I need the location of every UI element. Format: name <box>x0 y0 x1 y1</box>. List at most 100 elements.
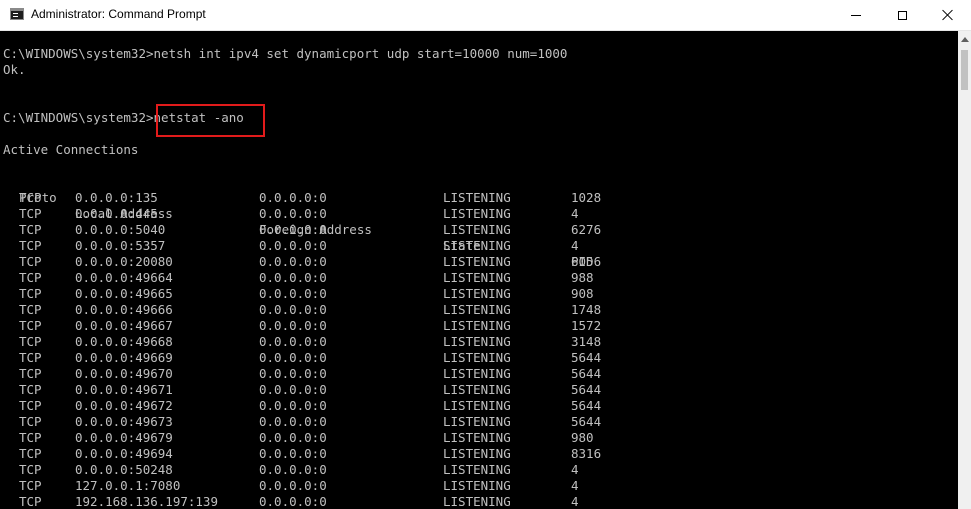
state-cell: LISTENING <box>443 206 511 221</box>
state-cell: LISTENING <box>443 446 511 461</box>
local-address-cell: 0.0.0.0:49669 <box>75 350 173 365</box>
state-cell: LISTENING <box>443 494 511 509</box>
table-row: TCP 0.0.0.0:49668 0.0.0.0:0 LISTENING 3148 <box>0 334 958 350</box>
pid-cell: 908 <box>571 286 594 301</box>
local-address-cell: 0.0.0.0:5040 <box>75 222 166 237</box>
proto-cell: TCP <box>19 398 42 413</box>
proto-cell: TCP <box>19 446 42 461</box>
pid-cell: 6276 <box>571 222 602 237</box>
table-row: TCP 0.0.0.0:5357 0.0.0.0:0 LISTENING 4 <box>0 238 958 254</box>
minimize-icon <box>851 14 861 16</box>
proto-cell: TCP <box>19 318 42 333</box>
foreign-address-cell: 0.0.0.0:0 <box>259 238 327 253</box>
state-cell: LISTENING <box>443 350 511 365</box>
local-address-cell: 0.0.0.0:49664 <box>75 270 173 285</box>
maximize-icon <box>897 10 907 20</box>
state-cell: LISTENING <box>443 398 511 413</box>
state-cell: LISTENING <box>443 430 511 445</box>
foreign-address-cell: 0.0.0.0:0 <box>259 190 327 205</box>
foreign-address-cell: 0.0.0.0:0 <box>259 494 327 509</box>
foreign-address-cell: 0.0.0.0:0 <box>259 334 327 349</box>
command-highlight-box <box>156 104 265 137</box>
pid-cell: 1748 <box>571 302 602 317</box>
scroll-thumb[interactable] <box>961 50 968 90</box>
scroll-up-button[interactable] <box>958 31 971 48</box>
prompt-text: C:\WINDOWS\system32> <box>3 110 154 125</box>
window-title: Administrator: Command Prompt <box>31 7 206 21</box>
proto-cell: TCP <box>19 478 42 493</box>
vertical-scrollbar[interactable] <box>958 31 971 509</box>
local-address-cell: 192.168.136.197:139 <box>75 494 218 509</box>
proto-cell: TCP <box>19 350 42 365</box>
foreign-address-cell: 0.0.0.0:0 <box>259 414 327 429</box>
maximize-button[interactable] <box>879 0 925 30</box>
command-line-netsh: C:\WINDOWS\system32>netsh int ipv4 set d… <box>3 46 568 61</box>
foreign-address-cell: 0.0.0.0:0 <box>259 478 327 493</box>
table-row: TCP 0.0.0.0:49672 0.0.0.0:0 LISTENING 5644 <box>0 398 958 414</box>
state-cell: LISTENING <box>443 462 511 477</box>
local-address-cell: 0.0.0.0:5357 <box>75 238 166 253</box>
pid-cell: 5644 <box>571 414 602 429</box>
table-row: TCP 0.0.0.0:49667 0.0.0.0:0 LISTENING 1572 <box>0 318 958 334</box>
title-bar[interactable]: Administrator: Command Prompt <box>0 0 971 31</box>
pid-cell: 4 <box>571 462 579 477</box>
foreign-address-cell: 0.0.0.0:0 <box>259 350 327 365</box>
local-address-cell: 0.0.0.0:49679 <box>75 430 173 445</box>
foreign-address-cell: 0.0.0.0:0 <box>259 302 327 317</box>
local-address-cell: 0.0.0.0:135 <box>75 190 158 205</box>
local-address-cell: 0.0.0.0:49672 <box>75 398 173 413</box>
table-row: TCP 127.0.0.1:7080 0.0.0.0:0 LISTENING 4 <box>0 478 958 494</box>
local-address-cell: 0.0.0.0:20080 <box>75 254 173 269</box>
pid-cell: 1572 <box>571 318 602 333</box>
pid-cell: 8316 <box>571 446 602 461</box>
state-cell: LISTENING <box>443 382 511 397</box>
foreign-address-cell: 0.0.0.0:0 <box>259 222 327 237</box>
state-cell: LISTENING <box>443 222 511 237</box>
state-cell: LISTENING <box>443 318 511 333</box>
local-address-cell: 0.0.0.0:49673 <box>75 414 173 429</box>
table-row: TCP 0.0.0.0:49679 0.0.0.0:0 LISTENING 980 <box>0 430 958 446</box>
proto-cell: TCP <box>19 430 42 445</box>
state-cell: LISTENING <box>443 302 511 317</box>
proto-cell: TCP <box>19 254 42 269</box>
proto-cell: TCP <box>19 286 42 301</box>
table-row: TCP 0.0.0.0:49670 0.0.0.0:0 LISTENING 5644 <box>0 366 958 382</box>
foreign-address-cell: 0.0.0.0:0 <box>259 398 327 413</box>
proto-cell: TCP <box>19 270 42 285</box>
proto-cell: TCP <box>19 366 42 381</box>
table-row: TCP 0.0.0.0:49673 0.0.0.0:0 LISTENING 5644 <box>0 414 958 430</box>
pid-cell: 4 <box>571 238 579 253</box>
local-address-cell: 0.0.0.0:49694 <box>75 446 173 461</box>
pid-cell: 3148 <box>571 334 602 349</box>
command-output-ok: Ok. <box>3 62 26 77</box>
local-address-cell: 0.0.0.0:49666 <box>75 302 173 317</box>
local-address-cell: 0.0.0.0:445 <box>75 206 158 221</box>
close-button[interactable] <box>925 0 971 30</box>
table-row: TCP 0.0.0.0:20080 0.0.0.0:0 LISTENING 6056 <box>0 254 958 270</box>
foreign-address-cell: 0.0.0.0:0 <box>259 446 327 461</box>
foreign-address-cell: 0.0.0.0:0 <box>259 462 327 477</box>
table-row: TCP 0.0.0.0:49666 0.0.0.0:0 LISTENING 1748 <box>0 302 958 318</box>
pid-cell: 980 <box>571 430 594 445</box>
local-address-cell: 127.0.0.1:7080 <box>75 478 181 493</box>
proto-cell: TCP <box>19 206 42 221</box>
table-row: TCP 0.0.0.0:49669 0.0.0.0:0 LISTENING 5644 <box>0 350 958 366</box>
table-row: TCP 0.0.0.0:445 0.0.0.0:0 LISTENING 4 <box>0 206 958 222</box>
foreign-address-cell: 0.0.0.0:0 <box>259 382 327 397</box>
state-cell: LISTENING <box>443 334 511 349</box>
active-connections-heading: Active Connections <box>3 142 139 157</box>
console-output[interactable]: C:\WINDOWS\system32>netsh int ipv4 set d… <box>0 31 958 509</box>
local-address-cell: 0.0.0.0:49668 <box>75 334 173 349</box>
state-cell: LISTENING <box>443 270 511 285</box>
minimize-button[interactable] <box>833 0 879 30</box>
table-row: TCP 0.0.0.0:49671 0.0.0.0:0 LISTENING 5644 <box>0 382 958 398</box>
table-row: TCP 0.0.0.0:49664 0.0.0.0:0 LISTENING 988 <box>0 270 958 286</box>
state-cell: LISTENING <box>443 414 511 429</box>
foreign-address-cell: 0.0.0.0:0 <box>259 366 327 381</box>
local-address-cell: 0.0.0.0:50248 <box>75 462 173 477</box>
state-cell: LISTENING <box>443 190 511 205</box>
pid-cell: 5644 <box>571 366 602 381</box>
table-row: TCP 0.0.0.0:5040 0.0.0.0:0 LISTENING 6276 <box>0 222 958 238</box>
proto-cell: TCP <box>19 334 42 349</box>
proto-cell: TCP <box>19 238 42 253</box>
